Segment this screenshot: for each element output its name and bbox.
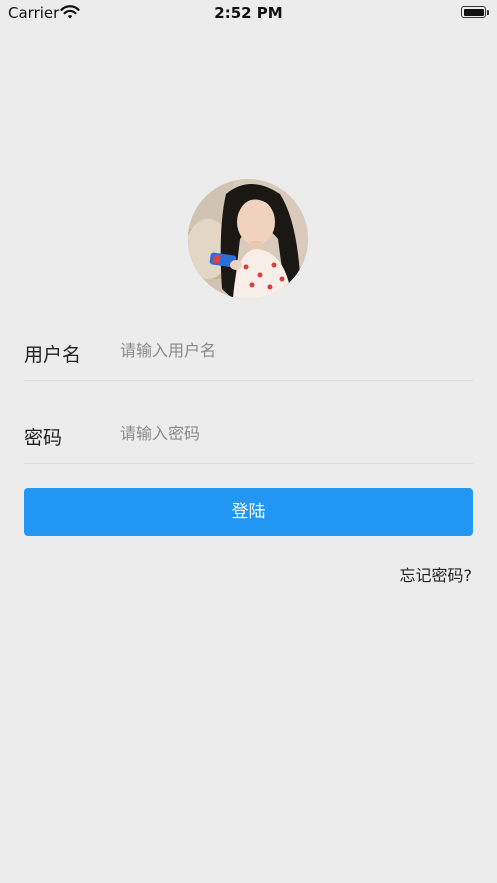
password-label: 密码 <box>24 427 63 449</box>
status-time: 2:52 PM <box>214 4 283 22</box>
password-row: 密码 <box>24 404 473 464</box>
login-button[interactable]: 登陆 <box>24 488 473 536</box>
username-divider <box>24 380 473 381</box>
user-avatar[interactable] <box>188 179 308 299</box>
avatar-photo <box>188 179 308 299</box>
username-row: 用户名 <box>24 321 473 381</box>
battery-tip <box>487 10 489 15</box>
username-input[interactable] <box>120 333 470 367</box>
username-label: 用户名 <box>24 344 82 366</box>
password-divider <box>24 463 473 464</box>
status-bar: Carrier 2:52 PM <box>0 0 497 26</box>
battery-icon <box>461 6 486 18</box>
password-input[interactable] <box>120 416 470 450</box>
forgot-password-link[interactable]: 忘记密码? <box>400 562 473 586</box>
